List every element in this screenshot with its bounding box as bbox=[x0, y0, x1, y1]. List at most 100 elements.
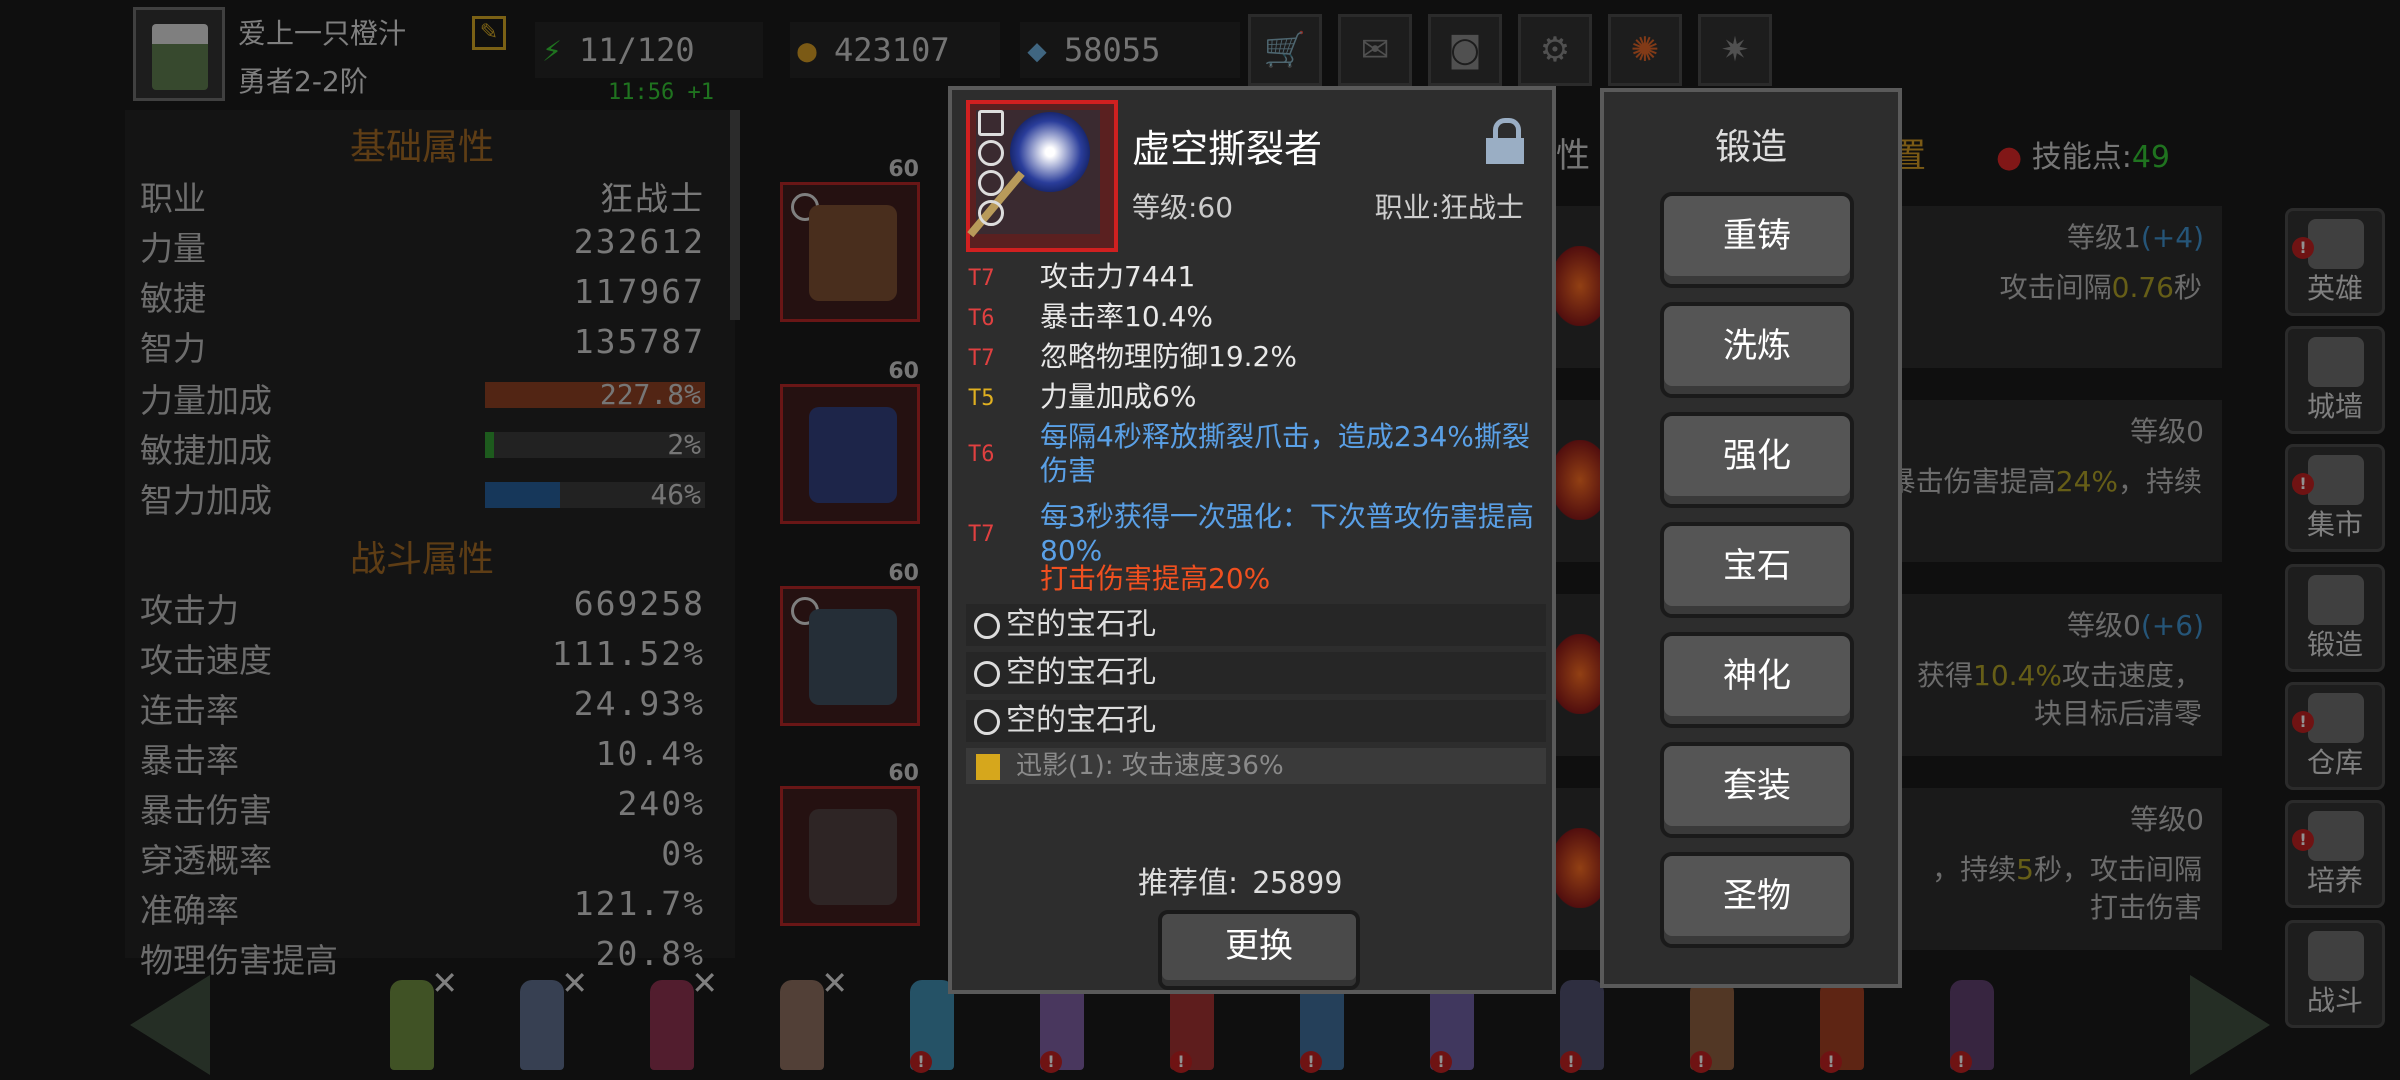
hero-portrait[interactable]: ✕ bbox=[762, 964, 848, 1075]
gamepad-button[interactable]: ◙ bbox=[1428, 14, 1502, 86]
hero-portrait[interactable]: ✕ bbox=[502, 964, 588, 1075]
sidebar-label: 战斗 bbox=[2306, 984, 2363, 1017]
sidebar-button[interactable]: 锻造 bbox=[2285, 564, 2385, 672]
item-class: 职业:狂战士 bbox=[1374, 191, 1524, 224]
stat-row: 职业 狂战士 bbox=[140, 172, 705, 218]
settings-button[interactable]: ⚙ bbox=[1518, 14, 1592, 86]
equip-slot-gloves[interactable]: 60 bbox=[780, 561, 920, 726]
sidebar-icon bbox=[2308, 455, 2364, 505]
stat-value: 117967 bbox=[573, 272, 705, 311]
recommend: 推荐值: 25899 bbox=[1138, 858, 1342, 902]
skill-desc-value: 10.4% bbox=[1973, 659, 2062, 692]
remove-icon[interactable]: ✕ bbox=[691, 964, 718, 1002]
gem-slot[interactable]: 空的宝石孔 bbox=[966, 652, 1546, 694]
edit-name-button[interactable]: ✎ bbox=[472, 16, 506, 50]
sidebar-button[interactable]: 英雄! bbox=[2285, 208, 2385, 316]
hero-portrait[interactable]: ! bbox=[1932, 970, 2012, 1075]
skill-desc-text: 秒 bbox=[2173, 271, 2202, 304]
forge-button[interactable]: 重铸 bbox=[1660, 192, 1854, 288]
equip-slot-helmet[interactable]: 60 bbox=[780, 157, 920, 322]
flag-icon bbox=[976, 753, 1000, 780]
skill-level-text: 等级1 bbox=[2067, 221, 2141, 254]
stat-row: 连击率 24.93% bbox=[140, 684, 705, 730]
lock-toggle[interactable] bbox=[1486, 118, 1524, 164]
gamepad-icon: ◙ bbox=[1448, 30, 1482, 70]
warning-icon: ! bbox=[1300, 1051, 1322, 1073]
sidebar-icon bbox=[2308, 693, 2364, 743]
stat-bonus-row: 智力加成 46% bbox=[140, 474, 705, 520]
effects-button[interactable]: ✷ bbox=[1698, 14, 1772, 86]
sidebar-button[interactable]: 城墙 bbox=[2285, 326, 2385, 434]
helmet-icon bbox=[809, 205, 897, 301]
sidebar-label: 集市 bbox=[2306, 508, 2363, 541]
recommend-label: 推荐值: bbox=[1138, 866, 1239, 901]
stat-label: 智力 bbox=[140, 329, 206, 368]
next-arrow[interactable] bbox=[2190, 975, 2270, 1075]
bonus-bar: 46% bbox=[485, 478, 705, 511]
skill-points-value: 49 bbox=[2131, 140, 2171, 175]
hero-portrait[interactable]: ✕ bbox=[632, 964, 718, 1075]
skill-desc-text: 攻击间隔 bbox=[1999, 271, 2112, 304]
equip-slot-armor[interactable]: 60 bbox=[780, 359, 920, 524]
stat-label: 攻击力 bbox=[140, 591, 239, 630]
attribute-text: 忽略物理防御19.2% bbox=[1040, 340, 1297, 373]
shop-button[interactable]: 🛒 bbox=[1248, 14, 1322, 86]
aperture-button[interactable]: ✺ bbox=[1608, 14, 1682, 86]
prev-arrow[interactable] bbox=[130, 975, 210, 1075]
warning-icon: ! bbox=[1430, 1051, 1452, 1073]
stat-value: 20.8% bbox=[595, 934, 705, 973]
mail-button[interactable]: ✉ bbox=[1338, 14, 1412, 86]
forge-button[interactable]: 洗炼 bbox=[1660, 302, 1854, 398]
stat-row: 力量 232612 bbox=[140, 222, 705, 268]
skill-desc-text: 获得 bbox=[1917, 659, 1974, 692]
remove-icon[interactable]: ✕ bbox=[431, 964, 458, 1002]
forge-button[interactable]: 强化 bbox=[1660, 412, 1854, 508]
forge-button[interactable]: 神化 bbox=[1660, 632, 1854, 728]
player-name: 爱上一只橙汁 bbox=[238, 17, 407, 50]
stat-row: 穿透概率 0% bbox=[140, 834, 705, 880]
equip-level: 60 bbox=[888, 761, 919, 786]
stat-value: 232612 bbox=[573, 222, 705, 261]
gem-slot-label: 空的宝石孔 bbox=[1006, 703, 1156, 738]
stats-scrollbar[interactable] bbox=[730, 110, 740, 320]
equip-slot-boots[interactable]: 60 bbox=[780, 761, 920, 926]
warning-icon: ! bbox=[910, 1051, 932, 1073]
sidebar-button[interactable]: 仓库! bbox=[2285, 682, 2385, 790]
skill-level: 等级0 bbox=[2130, 410, 2204, 450]
skill-level: 等级0 bbox=[2130, 798, 2204, 838]
skill-tab-partial[interactable]: 性 bbox=[1556, 128, 1590, 177]
warning-icon: ! bbox=[2292, 473, 2314, 495]
gem-slot[interactable]: 空的宝石孔 bbox=[966, 700, 1546, 742]
forge-button[interactable]: 宝石 bbox=[1660, 522, 1854, 618]
sidebar-label: 锻造 bbox=[2306, 628, 2363, 661]
skill-desc: ，持续5秒，攻击间隔 bbox=[1932, 848, 2202, 888]
bonus-bar-fill bbox=[485, 482, 560, 508]
stat-value: 240% bbox=[617, 784, 705, 823]
combat-attributes-title: 战斗属性 bbox=[350, 539, 495, 580]
forge-button[interactable]: 圣物 bbox=[1660, 852, 1854, 948]
hero-figure-icon bbox=[650, 980, 694, 1070]
empty-gem-icon bbox=[974, 612, 1000, 639]
skill-desc: 攻击间隔0.76秒 bbox=[2000, 266, 2202, 306]
stat-label: 暴击伤害 bbox=[140, 791, 272, 830]
stat-label: 敏捷加成 bbox=[140, 431, 272, 470]
skill-level-text: 等级0 bbox=[2130, 803, 2204, 836]
stat-value: 0% bbox=[661, 834, 705, 873]
remove-icon[interactable]: ✕ bbox=[561, 964, 588, 1002]
gem-slot[interactable]: 空的宝石孔 bbox=[966, 604, 1546, 646]
mail-icon: ✉ bbox=[1360, 30, 1390, 70]
forge-button[interactable]: 套装 bbox=[1660, 742, 1854, 838]
swap-button[interactable]: 更换 bbox=[1158, 910, 1360, 990]
warning-icon: ! bbox=[1950, 1051, 1972, 1073]
skill-desc-value: 0.76 bbox=[2111, 271, 2174, 304]
skill-desc-value: 5 bbox=[2016, 853, 2034, 886]
hero-portrait[interactable]: ✕ bbox=[372, 964, 458, 1075]
attribute-tier: T7 bbox=[968, 266, 995, 291]
sidebar-button[interactable]: 集市! bbox=[2285, 444, 2385, 552]
remove-icon[interactable]: ✕ bbox=[821, 964, 848, 1002]
sidebar-label: 英雄 bbox=[2306, 272, 2363, 305]
sidebar-button[interactable]: 培养! bbox=[2285, 800, 2385, 908]
stat-label: 攻击速度 bbox=[140, 641, 272, 680]
sidebar-button[interactable]: 战斗 bbox=[2285, 920, 2385, 1028]
player-avatar[interactable] bbox=[133, 7, 225, 101]
